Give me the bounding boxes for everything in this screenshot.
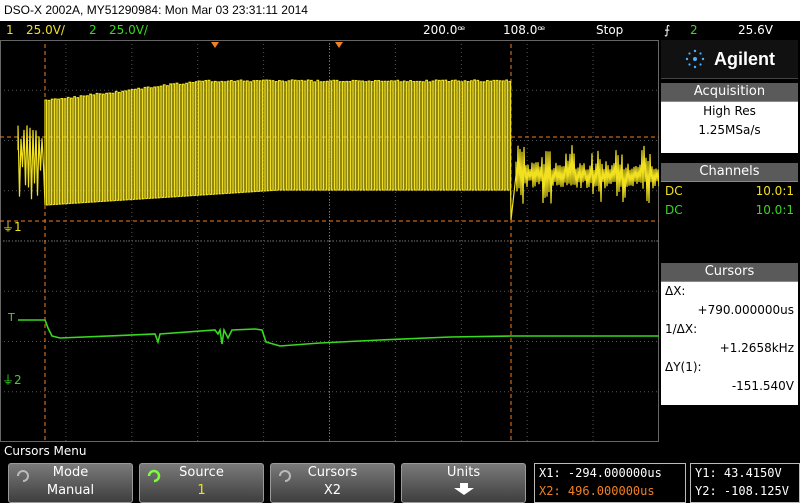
acquisition-header: Acquisition	[661, 83, 798, 102]
ch1-coupling: DC	[665, 184, 683, 198]
y-cursor-readout: Y1: 43.4150V Y2: -108.125V	[690, 463, 800, 503]
acquisition-mode: High Res	[661, 102, 798, 121]
cursors-panel[interactable]: Cursors ΔX: +790.000000us 1/ΔX: +1.2658k…	[661, 263, 798, 405]
timebase-value[interactable]: 200.0ꟹ	[423, 21, 465, 40]
ch2-scale[interactable]: 25.0V/	[109, 21, 148, 40]
y2-readout: Y2: -108.125V	[691, 482, 799, 500]
status-bar: 1 25.0V/ 2 25.0V/ 200.0ꟹ 108.0ꟹ Stop ⨍ 2…	[0, 21, 800, 40]
delay-value[interactable]: 108.0ꟹ	[503, 21, 545, 40]
channels-header: Channels	[661, 163, 798, 182]
delta-x-label: ΔX:	[661, 282, 798, 301]
trigger-level-marker[interactable]: T	[8, 311, 15, 324]
source-softkey-value: 1	[140, 482, 263, 500]
agilent-logo: Agilent	[661, 40, 798, 79]
source-softkey[interactable]: Source 1	[139, 463, 264, 503]
inv-delta-x-label: 1/ΔX:	[661, 320, 798, 339]
delta-y-value: -151.540V	[661, 377, 798, 396]
rotate-icon	[15, 468, 31, 484]
ch1-scale[interactable]: 25.0V/	[26, 21, 65, 40]
ch1-number[interactable]: 1	[6, 21, 14, 40]
units-softkey-label: Units	[402, 464, 525, 482]
mode-softkey[interactable]: Mode Manual	[8, 463, 133, 503]
sample-rate: 1.25MSa/s	[661, 121, 798, 140]
ch1-ground-marker[interactable]: ⏚1	[2, 218, 22, 235]
down-arrow-icon	[402, 482, 525, 502]
cursors-softkey[interactable]: Cursors X2	[270, 463, 395, 503]
y1-readout: Y1: 43.4150V	[691, 464, 799, 482]
ch2-coupling: DC	[665, 203, 683, 217]
units-softkey[interactable]: Units	[401, 463, 526, 503]
waveform-display[interactable]: ⏚1 T ⏚2	[0, 40, 659, 442]
cursors-header: Cursors	[661, 263, 798, 282]
trigger-position-marker	[335, 42, 343, 48]
brand-name: Agilent	[714, 49, 775, 70]
menu-title: Cursors Menu	[4, 444, 86, 458]
x1-readout: X1: -294.000000us	[535, 464, 685, 482]
delta-y-label: ΔY(1):	[661, 358, 798, 377]
ch2-waveform	[18, 320, 659, 346]
softkey-bar: Mode Manual Source 1 Cursors X2 Units X1…	[0, 461, 800, 503]
cursors-softkey-value: X2	[271, 482, 394, 500]
ch1-probe: 10.0:1	[756, 182, 794, 201]
rotate-icon	[277, 468, 293, 484]
menu-title-bar: Cursors Menu	[0, 442, 800, 461]
inv-delta-x-value: +1.2658kHz	[661, 339, 798, 358]
acquisition-panel[interactable]: Acquisition High Res 1.25MSa/s	[661, 83, 798, 153]
right-sidebar: Agilent Acquisition High Res 1.25MSa/s C…	[659, 40, 800, 442]
x-cursor-readout: X1: -294.000000us X2: 496.000000us	[534, 463, 686, 503]
delta-x-value: +790.000000us	[661, 301, 798, 320]
run-state[interactable]: Stop	[596, 21, 623, 40]
title-text: DSO-X 2002A, MY51290984: Mon Mar 03 23:3…	[0, 3, 308, 17]
ch2-ground-marker[interactable]: ⏚2	[2, 371, 22, 388]
trigger-level[interactable]: 25.6V	[738, 21, 773, 40]
mode-softkey-value: Manual	[9, 482, 132, 500]
delay-marker	[211, 42, 219, 48]
trigger-edge-icon: ⨍	[664, 21, 670, 40]
waveform-graticule	[0, 40, 659, 442]
ch2-probe: 10.0:1	[756, 201, 794, 220]
entry-knob-icon	[146, 468, 162, 484]
title-bar: DSO-X 2002A, MY51290984: Mon Mar 03 23:3…	[0, 0, 800, 21]
ch2-number[interactable]: 2	[89, 21, 97, 40]
ch1-waveform	[18, 80, 659, 220]
trigger-channel[interactable]: 2	[690, 21, 698, 40]
channels-panel[interactable]: Channels DC 10.0:1 DC 10.0:1	[661, 163, 798, 233]
agilent-spark-icon	[684, 48, 706, 70]
x2-readout: X2: 496.000000us	[535, 482, 685, 500]
